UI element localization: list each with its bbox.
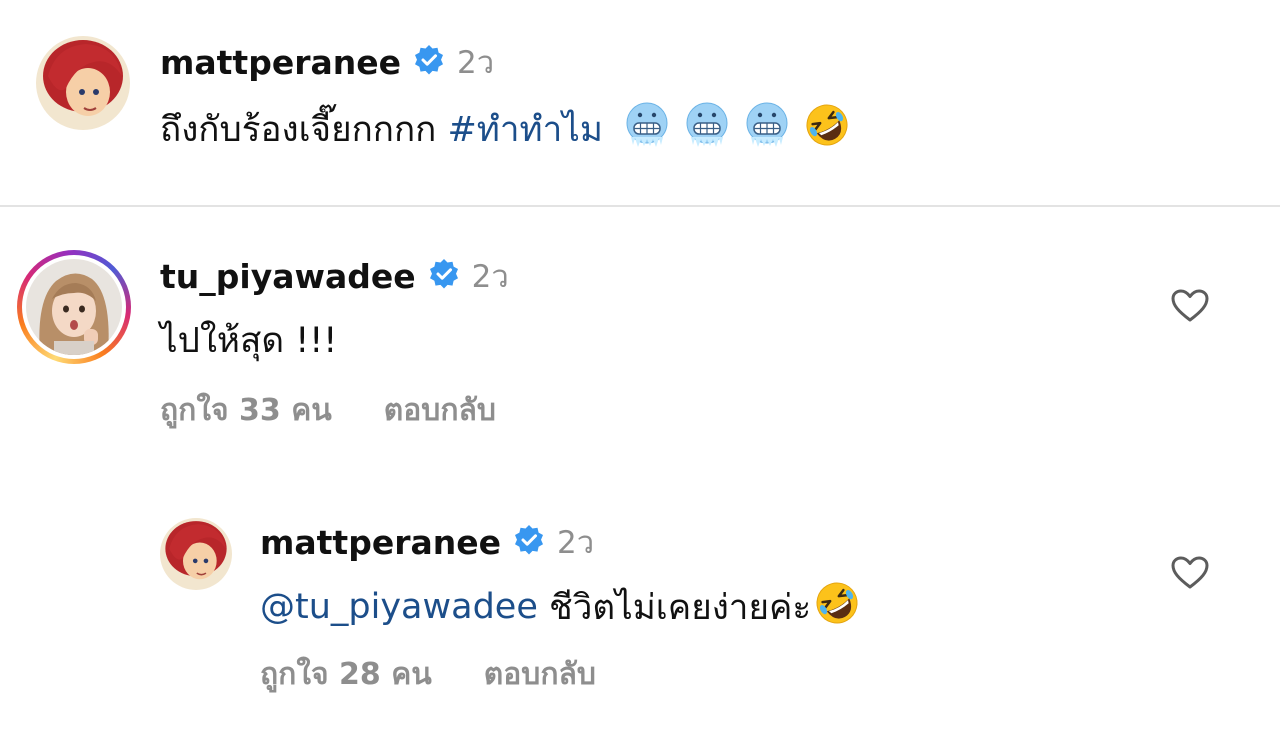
comment-username[interactable]: mattperanee [160, 43, 401, 82]
reply-button[interactable]: ตอบกลับ [384, 387, 496, 434]
rofl-emoji-icon [803, 101, 851, 158]
verified-badge-icon [513, 524, 545, 560]
hashtag-link[interactable]: #ทำทำไม [447, 102, 602, 157]
comment-username[interactable]: tu_piyawadee [160, 257, 416, 296]
mention-link[interactable]: @tu_piyawadee [260, 587, 538, 627]
cold-face-emoji-icon [623, 101, 671, 158]
heart-outline-icon[interactable] [1170, 286, 1210, 326]
comment-time: 2ว [471, 259, 509, 295]
like-count[interactable]: ถูกใจ 33 คน [160, 387, 332, 434]
cold-face-emoji-icon [743, 101, 791, 158]
verified-badge-icon [413, 44, 445, 80]
comment-time: 2ว [457, 45, 495, 81]
comment-text: ถึงกับร้องเจี๊ยกกกก [160, 109, 448, 150]
comment-time: 2ว [557, 525, 595, 561]
reply-button[interactable]: ตอบกลับ [484, 651, 596, 698]
avatar-mattperanee[interactable] [160, 518, 232, 590]
comment-body: ถึงกับร้องเจี๊ยกกกก #ทำทำไม [160, 100, 851, 158]
avatar-tu_piyawadee[interactable] [17, 250, 131, 364]
section-divider [0, 205, 1280, 207]
cold-face-emoji-icon [683, 101, 731, 158]
rofl-emoji-icon [813, 579, 861, 636]
comment-text: ไปให้สุด !!! [160, 321, 338, 361]
heart-outline-icon[interactable] [1170, 553, 1210, 593]
like-count[interactable]: ถูกใจ 28 คน [260, 651, 432, 698]
comment-text: ชีวิตไม่เคยง่ายค่ะ [537, 587, 812, 628]
comment-username[interactable]: mattperanee [260, 523, 501, 562]
comment-body: @tu_piyawadee ชีวิตไม่เคยง่ายค่ะ [260, 580, 861, 634]
avatar-mattperanee[interactable] [36, 36, 130, 130]
verified-badge-icon [428, 258, 460, 294]
